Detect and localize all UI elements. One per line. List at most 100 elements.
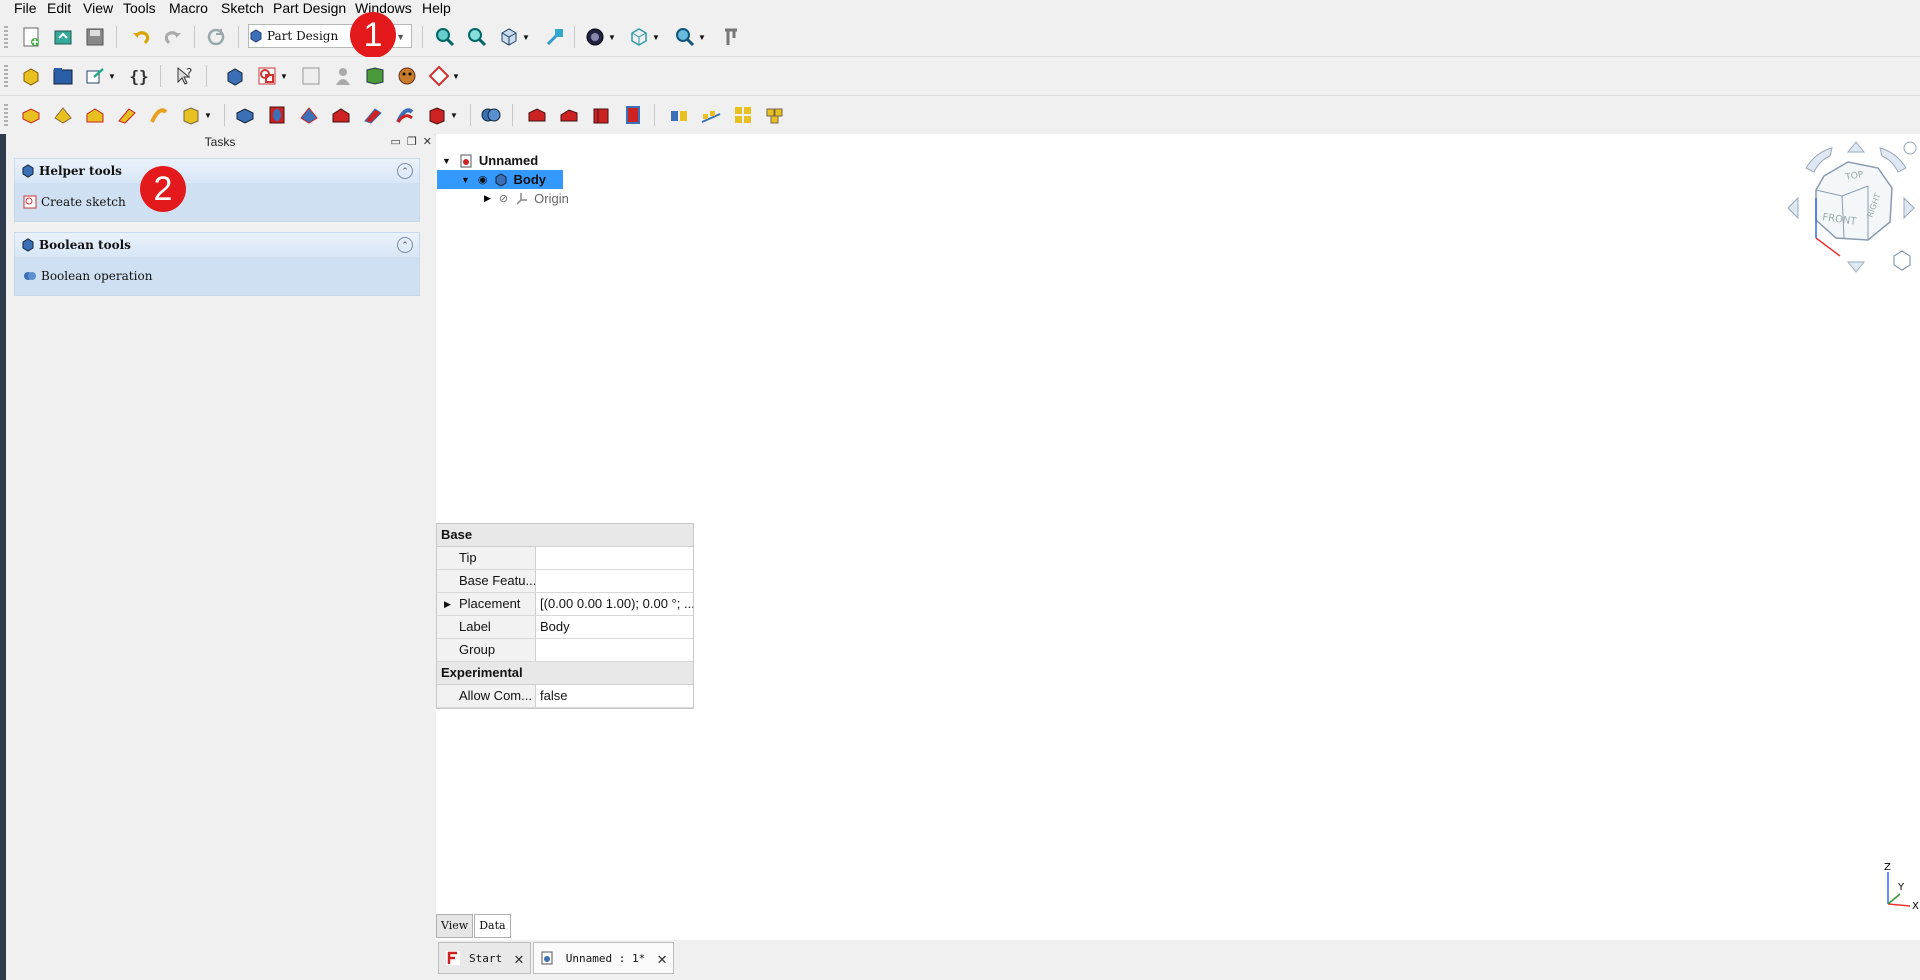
property-row[interactable]: Label Body [437, 616, 693, 639]
collapse-icon[interactable]: ⌃ [397, 237, 413, 253]
float-icon[interactable]: ❐ [407, 134, 417, 150]
pan-left-icon[interactable] [1787, 196, 1799, 220]
create-sketch-icon[interactable] [254, 63, 280, 89]
chevron-down-icon[interactable]: ▼ [202, 102, 214, 128]
close-icon[interactable]: ✕ [514, 949, 524, 968]
multi-transform-icon[interactable] [762, 102, 788, 128]
boolean-icon[interactable] [478, 102, 504, 128]
menu-view[interactable]: View [83, 0, 113, 16]
draft-icon[interactable] [588, 102, 614, 128]
toolbar-grip[interactable] [4, 26, 8, 48]
menu-part-design[interactable]: Part Design [273, 0, 346, 16]
chamfer-icon[interactable] [556, 102, 582, 128]
collapse-icon[interactable]: ⌃ [397, 163, 413, 179]
task-box-header[interactable]: Helper tools ⌃ [15, 159, 419, 183]
close-icon[interactable]: ✕ [657, 949, 667, 968]
chevron-down-icon[interactable]: ▼ [650, 24, 662, 50]
menu-edit[interactable]: Edit [47, 0, 71, 16]
chevron-down-icon[interactable]: ▼ [450, 63, 462, 89]
property-value[interactable]: Body [536, 616, 693, 638]
chevron-down-icon[interactable]: ▼ [696, 24, 708, 50]
property-row[interactable]: Allow Com... false [437, 685, 693, 708]
create-link-icon[interactable] [82, 63, 108, 89]
fillet-icon[interactable] [524, 102, 550, 128]
chevron-down-icon[interactable]: ▼ [520, 24, 532, 50]
new-document-icon[interactable] [18, 24, 44, 50]
property-value[interactable]: false [536, 685, 693, 707]
eye-hidden-icon[interactable]: ⊘ [499, 192, 508, 205]
chevron-down-icon[interactable]: ▼ [606, 24, 618, 50]
create-sketch-action[interactable]: Create sketch [15, 183, 419, 221]
std-views-icon[interactable] [496, 24, 522, 50]
create-group-icon[interactable] [50, 63, 76, 89]
property-value[interactable] [536, 547, 693, 569]
redo-icon[interactable] [160, 24, 186, 50]
doc-tab-unnamed[interactable]: Unnamed : 1* ✕ [532, 942, 674, 974]
property-value[interactable] [536, 570, 693, 592]
whats-this-icon[interactable]: ? [172, 63, 198, 89]
menu-help[interactable]: Help [422, 0, 451, 16]
pad-icon[interactable] [18, 102, 44, 128]
create-part-icon[interactable] [18, 63, 44, 89]
hole-icon[interactable] [264, 102, 290, 128]
additive-loft-icon[interactable] [82, 102, 108, 128]
variable-set-icon[interactable]: {} [126, 63, 152, 89]
task-box-header[interactable]: Boolean tools ⌃ [15, 233, 419, 257]
zoom-icon[interactable] [672, 24, 698, 50]
property-value[interactable] [536, 639, 693, 661]
toolbar-grip[interactable] [4, 65, 8, 87]
close-icon[interactable]: ✕ [423, 134, 432, 150]
expand-arrow-icon[interactable]: ▶ [444, 593, 451, 615]
tab-data[interactable]: Data [474, 914, 511, 938]
linear-pattern-icon[interactable] [698, 102, 724, 128]
validate-sketch-icon[interactable] [298, 63, 324, 89]
property-row[interactable]: Tip [437, 547, 693, 570]
boolean-operation-action[interactable]: Boolean operation [15, 257, 419, 295]
menu-macro[interactable]: Macro [169, 0, 208, 16]
mirrored-icon[interactable] [666, 102, 692, 128]
subtractive-helix-icon[interactable] [392, 102, 418, 128]
revolution-icon[interactable] [50, 102, 76, 128]
measure-distance-icon[interactable] [718, 24, 744, 50]
measure-icon[interactable] [542, 24, 568, 50]
menu-file[interactable]: File [14, 0, 37, 16]
subtractive-pipe-icon[interactable] [360, 102, 386, 128]
tree-item-body[interactable]: ▼ ◉ Body [437, 170, 563, 189]
fit-all-icon[interactable] [432, 24, 458, 50]
subtractive-primitive-icon[interactable] [424, 102, 450, 128]
menu-tools[interactable]: Tools [123, 0, 156, 16]
undo-icon[interactable] [128, 24, 154, 50]
tree-item-origin[interactable]: ▶ ⊘ Origin [484, 189, 569, 208]
rotate-right-icon[interactable] [1879, 147, 1907, 173]
open-document-icon[interactable] [50, 24, 76, 50]
fit-selection-icon[interactable] [464, 24, 490, 50]
chevron-down-icon[interactable]: ▼ [448, 102, 460, 128]
collapsed-arrow-icon[interactable]: ▶ [484, 193, 491, 204]
groove-icon[interactable] [296, 102, 322, 128]
draw-style-icon[interactable] [582, 24, 608, 50]
rotate-up-icon[interactable] [1846, 141, 1866, 153]
eye-icon[interactable]: ◉ [478, 173, 488, 186]
view-menu-icon[interactable] [1903, 141, 1917, 155]
ortho-view-icon[interactable] [1893, 250, 1911, 271]
shape-binder-icon[interactable] [362, 63, 388, 89]
refresh-icon[interactable] [203, 24, 229, 50]
create-body-icon[interactable] [222, 63, 248, 89]
pocket-icon[interactable] [232, 102, 258, 128]
additive-helix-icon[interactable] [146, 102, 172, 128]
sub-shape-binder-icon[interactable] [394, 63, 420, 89]
expand-arrow-icon[interactable]: ▼ [461, 175, 470, 185]
tab-view[interactable]: View [436, 914, 474, 938]
subtractive-loft-icon[interactable] [328, 102, 354, 128]
clone-icon[interactable] [330, 63, 356, 89]
chevron-down-icon[interactable]: ▼ [278, 63, 290, 89]
thickness-icon[interactable] [620, 102, 646, 128]
pan-right-icon[interactable] [1903, 196, 1915, 220]
menu-sketch[interactable]: Sketch [221, 0, 264, 16]
pan-down-icon[interactable] [1846, 261, 1866, 273]
chevron-down-icon[interactable]: ▼ [106, 63, 118, 89]
additive-primitive-icon[interactable] [178, 102, 204, 128]
navigation-cube[interactable]: TOP FRONT RIGHT [1782, 138, 1920, 278]
save-icon[interactable] [82, 24, 108, 50]
property-row[interactable]: ▶ Placement [(0.00 0.00 1.00); 0.00 °; .… [437, 593, 693, 616]
